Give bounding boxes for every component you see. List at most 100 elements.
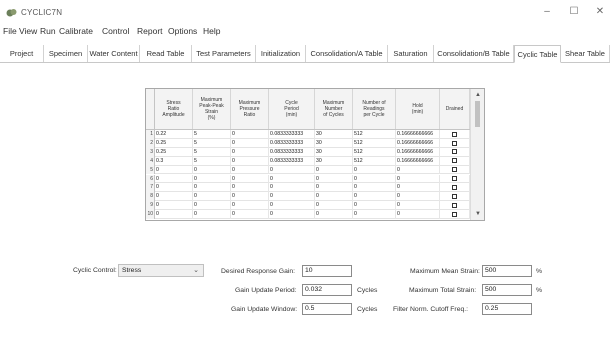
drained-checkbox[interactable] [452,211,457,217]
cell-readings[interactable]: 512 [353,147,396,157]
cell-cycle-period[interactable]: 0 [269,165,315,175]
filter-cutoff-field[interactable]: 0.25 [482,303,532,315]
cell-max-cycles[interactable]: 0 [315,192,353,202]
menu-file[interactable]: File [3,26,17,36]
tab-consolidation-b-table[interactable]: Consolidation/B Table [434,45,514,62]
table-row[interactable]: 4 0.3 5 0 0.0833333333 30 512 0.16666666666 [146,156,470,166]
scroll-up-icon[interactable]: ▲ [474,91,482,99]
tab-shear-table[interactable]: Shear Table [561,45,610,62]
cell-max-strain[interactable]: 5 [193,130,231,139]
cell-max-strain[interactable]: 0 [193,165,231,175]
cell-readings[interactable]: 0 [353,201,396,211]
cell-pressure-ratio[interactable]: 0 [231,147,269,157]
cell-max-strain[interactable]: 5 [193,138,231,148]
max-mean-strain-field[interactable]: 500 [482,265,532,277]
row-number[interactable]: 6 [146,174,155,184]
table-row[interactable]: 10 0 0 0 0 0 0 0 [146,210,470,219]
row-number[interactable]: 9 [146,201,155,211]
cell-stress-ratio[interactable]: 0 [155,210,193,219]
cell-hold[interactable]: 0.16666666666 [396,156,440,166]
cell-pressure-ratio[interactable]: 0 [231,138,269,148]
cell-readings[interactable]: 0 [353,165,396,175]
cell-stress-ratio[interactable]: 0 [155,192,193,202]
tab-cyclic-table[interactable]: Cyclic Table [514,45,561,63]
tab-water-content[interactable]: Water Content [88,45,140,62]
tab-specimen[interactable]: Specimen [44,45,88,62]
cell-cycle-period[interactable]: 0 [269,192,315,202]
row-number[interactable]: 4 [146,156,155,166]
column-header-cycle-period[interactable]: Cycle Period (min) [269,89,315,129]
cell-max-cycles[interactable]: 0 [315,201,353,211]
drained-checkbox[interactable] [452,140,457,146]
row-number[interactable]: 7 [146,183,155,193]
cell-stress-ratio[interactable]: 0.22 [155,130,193,139]
cell-stress-ratio[interactable]: 0 [155,165,193,175]
cell-hold[interactable]: 0.16666666666 [396,147,440,157]
cell-hold[interactable]: 0 [396,183,440,193]
cell-max-strain[interactable]: 0 [193,192,231,202]
cell-readings[interactable]: 0 [353,183,396,193]
cell-cycle-period[interactable]: 0.0833333333 [269,130,315,139]
cell-max-strain[interactable]: 5 [193,156,231,166]
cell-pressure-ratio[interactable]: 0 [231,165,269,175]
cell-pressure-ratio[interactable]: 0 [231,156,269,166]
cell-stress-ratio[interactable]: 0 [155,183,193,193]
cell-pressure-ratio[interactable]: 0 [231,201,269,211]
drained-checkbox[interactable] [452,158,457,164]
cell-readings[interactable]: 512 [353,138,396,148]
cell-cycle-period[interactable]: 0.0833333333 [269,138,315,148]
scroll-thumb[interactable] [475,101,480,127]
tab-initialization[interactable]: Initialization [256,45,306,62]
table-row[interactable]: 3 0.25 5 0 0.0833333333 30 512 0.16666666666 [146,147,470,157]
cell-readings[interactable]: 0 [353,192,396,202]
cell-hold[interactable]: 0 [396,201,440,211]
cell-hold[interactable]: 0 [396,174,440,184]
cell-max-strain[interactable]: 0 [193,174,231,184]
column-header-hold[interactable]: Hold (min) [396,89,440,129]
desired-gain-field[interactable]: 10 [302,265,352,277]
tab-test-parameters[interactable]: Test Parameters [192,45,256,62]
cell-stress-ratio[interactable]: 0.3 [155,156,193,166]
row-number[interactable]: 3 [146,147,155,157]
gain-update-period-field[interactable]: 0.032 [302,284,352,296]
cell-hold[interactable]: 0 [396,210,440,219]
column-header-stress-ratio[interactable]: Stress Ratio Amplitude [155,89,193,129]
cell-readings[interactable]: 512 [353,156,396,166]
cell-max-strain[interactable]: 0 [193,183,231,193]
cell-readings[interactable]: 0 [353,210,396,219]
cell-pressure-ratio[interactable]: 0 [231,183,269,193]
menu-run[interactable]: Run [40,26,56,36]
cell-max-cycles[interactable]: 0 [315,174,353,184]
table-row[interactable]: 50000000 [146,165,470,175]
cell-stress-ratio[interactable]: 0.25 [155,147,193,157]
menu-report[interactable]: Report [137,26,163,36]
table-row[interactable]: 60000000 [146,174,470,184]
gain-update-window-field[interactable]: 0.5 [302,303,352,315]
cell-stress-ratio[interactable]: 0.25 [155,138,193,148]
table-row[interactable]: 90000000 [146,201,470,211]
cell-stress-ratio[interactable]: 0 [155,174,193,184]
menu-options[interactable]: Options [168,26,197,36]
cell-pressure-ratio[interactable]: 0 [231,174,269,184]
cyclic-table-grid[interactable]: Stress Ratio Amplitude Maximum Peak-Peak… [145,88,485,221]
cell-cycle-period[interactable]: 0 [269,183,315,193]
row-number[interactable]: 1 [146,130,155,139]
cell-pressure-ratio[interactable]: 0 [231,210,269,219]
column-header-pressure-ratio[interactable]: Maximum Pressure Ratio [231,89,269,129]
cell-pressure-ratio[interactable]: 0 [231,130,269,139]
cell-max-cycles[interactable]: 0 [315,210,353,219]
table-scrollbar[interactable]: ▲ ▼ [470,89,484,220]
scroll-down-icon[interactable]: ▼ [474,210,482,218]
row-number[interactable]: 8 [146,192,155,202]
cyclic-control-select[interactable]: Stress ⌄ [118,264,204,277]
menu-control[interactable]: Control [102,26,129,36]
close-button[interactable]: ✕ [593,6,607,18]
cell-cycle-period[interactable]: 0 [269,210,315,219]
drained-checkbox[interactable] [452,202,457,208]
drained-checkbox[interactable] [452,185,457,191]
cell-max-cycles[interactable]: 30 [315,138,353,148]
minimize-button[interactable]: – [540,6,554,18]
menu-view[interactable]: View [19,26,37,36]
table-row[interactable]: 2 0.25 5 0 0.0833333333 30 512 0.16666666666 [146,138,470,148]
cell-max-strain[interactable]: 0 [193,210,231,219]
